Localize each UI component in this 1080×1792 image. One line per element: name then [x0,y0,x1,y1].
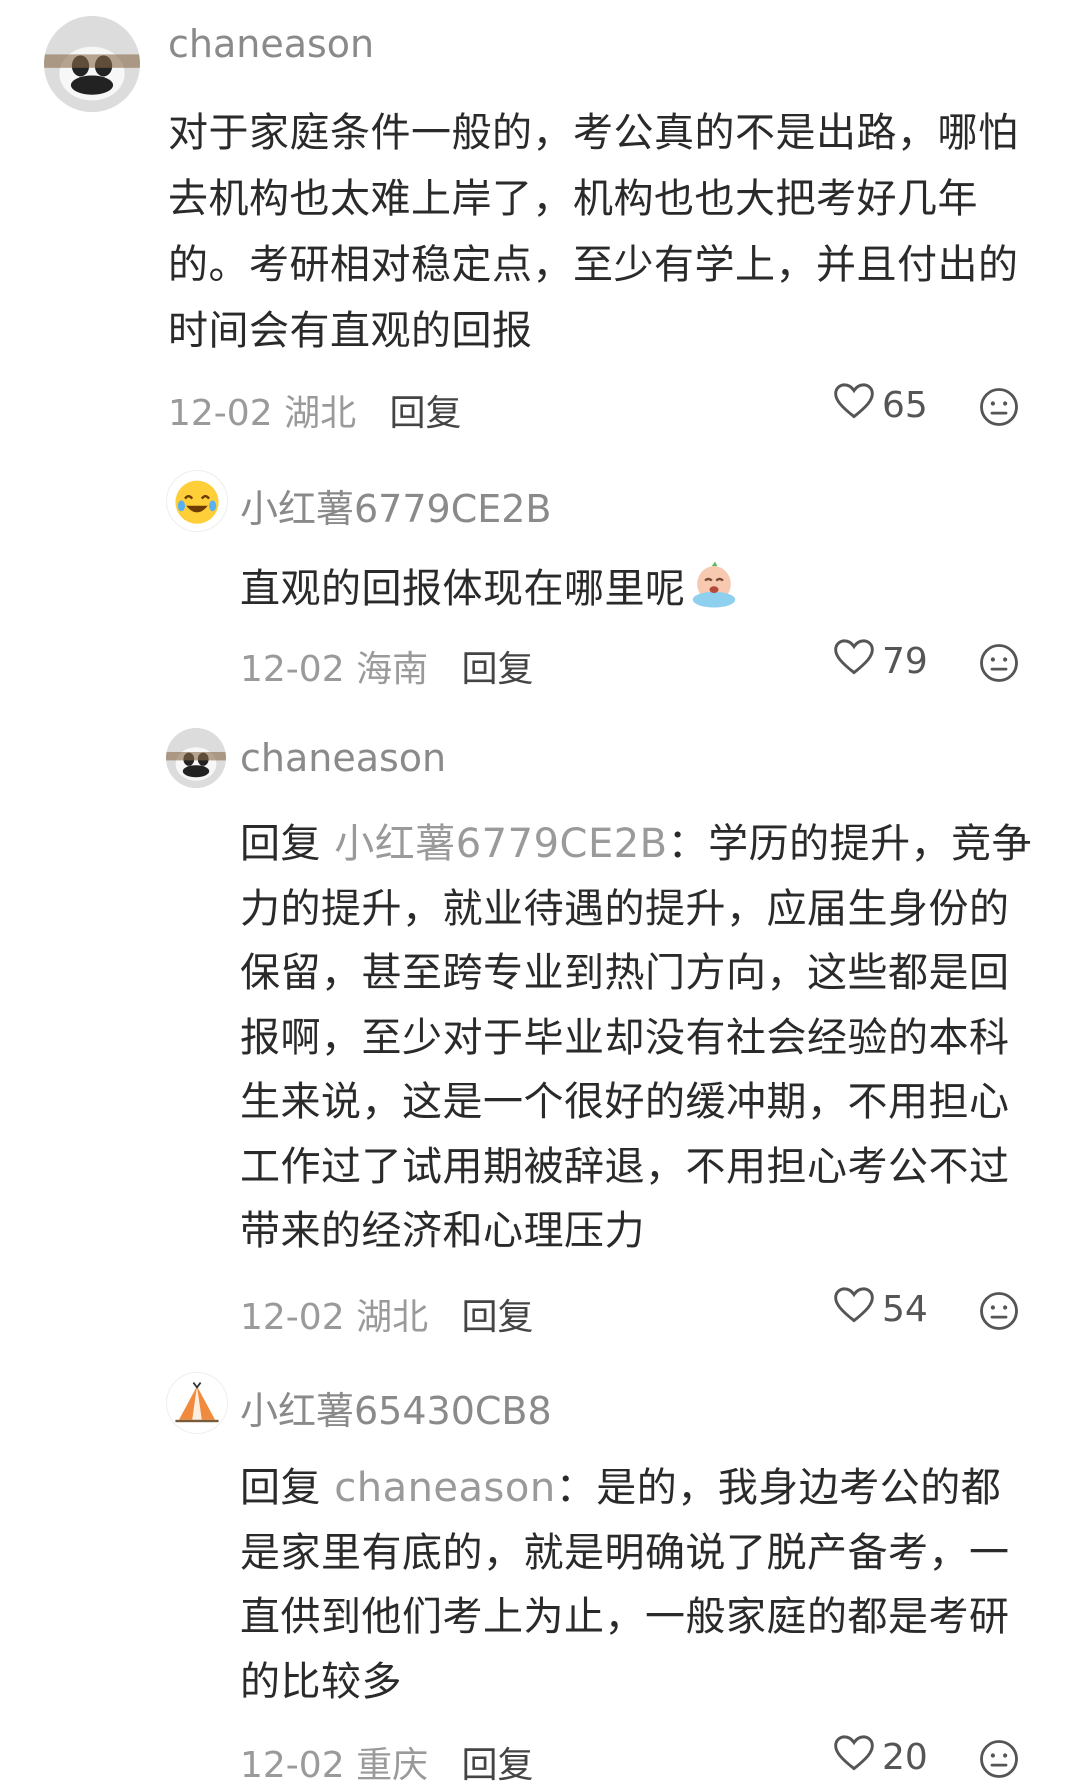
comment-username[interactable]: 小红薯6779CE2B [240,478,552,533]
comment-1: chaneason 对于家庭条件一般的，考公真的不是出路，哪怕去机构也太难上岸了… [0,0,1080,434]
heart-icon [832,635,882,688]
emoji-reaction-icon[interactable] [978,1290,1020,1332]
like-count: 20 [882,1736,928,1778]
comment-meta: 12-02 湖北 回复 [168,384,462,436]
panda-avatar-icon[interactable] [44,16,140,112]
comment-date: 12-02 [240,649,345,690]
reply-prefix: 回复 [240,1465,321,1511]
reply-button[interactable]: 回复 [462,1745,534,1786]
heart-icon [832,379,882,432]
tent-avatar-icon[interactable] [166,1372,228,1434]
like-button[interactable]: 20 [832,1733,928,1781]
comment-2: 小红薯6779CE2B 直观的回报体现在哪里呢 12-02 海南 回复 79 [0,460,1080,690]
comment-text: 直观的回报体现在哪里呢 [240,556,1040,622]
comment-text-body: 直观的回报体现在哪里呢 [240,566,686,612]
comment-text: 对于家庭条件一般的，考公真的不是出路，哪怕去机构也太难上岸了，机构也也大把考好几… [168,110,1019,354]
comment-4: 小红薯65430CB8 回复 chaneason：是的，我身边考公的都是家里有底… [0,1364,1080,1792]
like-count: 65 [882,384,928,426]
comment-location: 湖北 [356,1297,429,1338]
emoji-reaction-icon[interactable] [978,1738,1020,1780]
comment-location: 湖北 [284,393,357,434]
comment-location: 海南 [356,649,429,690]
comment-username[interactable]: chaneason [168,22,374,66]
emoji-reaction-icon[interactable] [978,642,1020,684]
comment-text: 回复 chaneason：是的，我身边考公的都是家里有底的，就是明确说了脱产备考… [240,1456,1040,1714]
reply-target-username[interactable]: 小红薯6779CE2B [334,821,667,867]
panda-avatar-icon[interactable] [166,728,226,788]
laughing-emoji-avatar-icon[interactable] [166,470,228,532]
like-button[interactable]: 79 [832,637,928,685]
like-count: 54 [882,1288,928,1330]
comment-date: 12-02 [240,1297,345,1338]
comment-3: chaneason 回复 小红薯6779CE2B：学历的提升，竞争力的提升，就业… [0,720,1080,1338]
like-count: 79 [882,640,928,682]
comment-username[interactable]: chaneason [240,736,446,780]
comment-username[interactable]: 小红薯65430CB8 [240,1380,552,1435]
reply-button[interactable]: 回复 [390,393,462,434]
like-button[interactable]: 65 [832,381,928,429]
comment-location: 重庆 [356,1745,429,1786]
comment-text-body: ：学历的提升，竞争力的提升，就业待遇的提升，应届生身份的保留，甚至跨专业到热门方… [240,821,1033,1254]
reply-button[interactable]: 回复 [462,1297,534,1338]
like-button[interactable]: 54 [832,1285,928,1333]
comment-date: 12-02 [240,1745,345,1786]
heart-icon [832,1283,882,1336]
reply-prefix: 回复 [240,821,321,867]
comment-text: 回复 小红薯6779CE2B：学历的提升，竞争力的提升，就业待遇的提升，应届生身… [240,812,1040,1264]
comment-meta: 12-02 重庆 回复 [240,1736,534,1788]
emoji-reaction-icon[interactable] [978,386,1020,428]
heart-icon [832,1731,882,1784]
reply-target-username[interactable]: chaneason [334,1465,556,1511]
comment-date: 12-02 [168,393,273,434]
comment-meta: 12-02 海南 回复 [240,640,534,692]
crying-emoji-icon [686,556,742,612]
reply-button[interactable]: 回复 [462,649,534,690]
comment-meta: 12-02 湖北 回复 [240,1288,534,1340]
